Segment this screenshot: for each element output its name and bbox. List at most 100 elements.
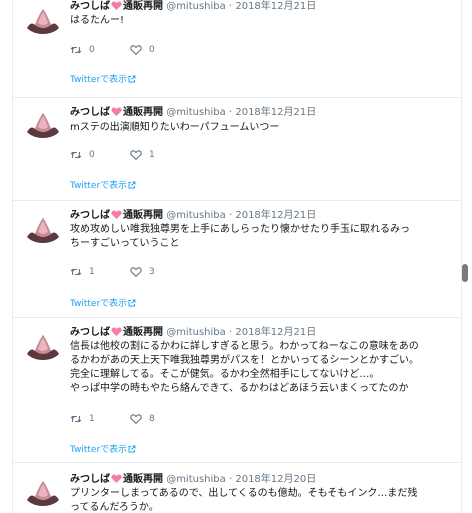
like-count: 0	[149, 45, 155, 55]
handle[interactable]: @mitushiba	[166, 474, 226, 485]
tweet-text-line: るかわがあの天上天下唯我独尊男がパスを！とかいってるシーンとかすごい。	[70, 355, 419, 366]
tweet-date[interactable]: 2018年12月21日	[235, 210, 316, 221]
retweet-icon	[70, 46, 82, 54]
tweet-text-line: ちーすごいっていうこと	[70, 238, 180, 249]
tweet-item[interactable]: みつしば 通販再開 @mitushiba · 2018年12月21日 信長は他校の…	[13, 318, 461, 463]
retweet-count: 1	[89, 267, 95, 277]
external-link-icon	[128, 181, 136, 189]
display-name[interactable]: みつしば	[70, 327, 110, 338]
embedded-timeline: みつしば 通販再開 @mitushiba · 2018年12月21日 はるたんー!…	[0, 0, 472, 513]
display-name[interactable]: みつしば	[70, 474, 110, 485]
tweet-header: みつしば 通販再開 @mitushiba · 2018年12月21日	[70, 209, 316, 222]
avatar[interactable]	[23, 327, 63, 367]
retweet-icon	[70, 415, 82, 423]
pink-heart-icon	[111, 107, 122, 116]
avatar-image	[23, 327, 63, 367]
shop-status: 通販再開	[123, 107, 163, 118]
separator: ·	[228, 327, 233, 338]
retweet-action[interactable]: 0	[70, 148, 95, 162]
tweet-text: mステの出演順知りたいわーパフュームいつー	[70, 121, 450, 135]
view-on-twitter-label: Twitterで表示	[70, 75, 128, 85]
tweet-text-line: 完全に理解してる。そこが健気。るかわ全然相手にしてないけど…。	[70, 369, 380, 380]
tweet-text: 信長は他校の割にるかわに詳しすぎると思う。わかってねーなこの意味をあの るかわが…	[70, 340, 450, 396]
retweet-count: 1	[89, 414, 95, 424]
shop-status: 通販再開	[123, 1, 163, 12]
retweet-action[interactable]: 1	[70, 265, 95, 279]
handle[interactable]: @mitushiba	[166, 327, 226, 338]
tweet-feed[interactable]: みつしば 通販再開 @mitushiba · 2018年12月21日 はるたんー!…	[12, 0, 462, 513]
like-action[interactable]: 8	[130, 412, 155, 426]
tweet-text-line: mステの出演順知りたいわーパフュームいつー	[70, 122, 280, 133]
view-on-twitter-link[interactable]: Twitterで表示	[70, 444, 136, 456]
pink-heart-icon	[111, 210, 122, 219]
heart-icon	[130, 267, 142, 277]
tweet-text: プリンターしまってあるので、出してくるのも億劫。そもそもインク…まだ残 ってるん…	[70, 487, 450, 513]
tweet-item[interactable]: みつしば 通販再開 @mitushiba · 2018年12月21日 mステの出演…	[13, 98, 461, 201]
tweet-date[interactable]: 2018年12月21日	[235, 107, 316, 118]
retweet-count: 0	[89, 150, 95, 160]
like-action[interactable]: 0	[130, 43, 155, 57]
display-name[interactable]: みつしば	[70, 210, 110, 221]
avatar-image	[23, 210, 63, 250]
view-on-twitter-label: Twitterで表示	[70, 445, 128, 455]
tweet-date[interactable]: 2018年12月21日	[235, 1, 316, 12]
avatar[interactable]	[23, 105, 63, 145]
retweet-action[interactable]: 1	[70, 412, 95, 426]
tweet-header: みつしば 通販再開 @mitushiba · 2018年12月21日	[70, 0, 316, 13]
display-name[interactable]: みつしば	[70, 107, 110, 118]
tweet-header: みつしば 通販再開 @mitushiba · 2018年12月20日	[70, 473, 316, 486]
separator: ·	[228, 210, 233, 221]
retweet-action[interactable]: 0	[70, 43, 95, 57]
view-on-twitter-link[interactable]: Twitterで表示	[70, 180, 136, 192]
display-name[interactable]: みつしば	[70, 1, 110, 12]
avatar[interactable]	[23, 1, 63, 41]
like-count: 3	[149, 267, 155, 277]
avatar-image	[23, 473, 63, 513]
tweet-item[interactable]: みつしば 通販再開 @mitushiba · 2018年12月20日 プリンターし…	[13, 463, 461, 513]
pink-heart-icon	[111, 327, 122, 336]
external-link-icon	[128, 445, 136, 453]
view-on-twitter-label: Twitterで表示	[70, 181, 128, 191]
tweet-date[interactable]: 2018年12月21日	[235, 327, 316, 338]
retweet-icon	[70, 268, 82, 276]
heart-icon	[130, 414, 142, 424]
tweet-text: はるたんー!	[70, 14, 450, 28]
handle[interactable]: @mitushiba	[166, 107, 226, 118]
tweet-item[interactable]: みつしば 通販再開 @mitushiba · 2018年12月21日 はるたんー!…	[13, 0, 461, 98]
view-on-twitter-link[interactable]: Twitterで表示	[70, 298, 136, 310]
tweet-header: みつしば 通販再開 @mitushiba · 2018年12月21日	[70, 106, 316, 119]
like-action[interactable]: 3	[130, 265, 155, 279]
like-count: 8	[149, 414, 155, 424]
handle[interactable]: @mitushiba	[166, 210, 226, 221]
tweet-header: みつしば 通販再開 @mitushiba · 2018年12月21日	[70, 326, 316, 339]
retweet-icon	[70, 151, 82, 159]
like-count: 1	[149, 150, 155, 160]
like-action[interactable]: 1	[130, 148, 155, 162]
scrollbar-thumb[interactable]	[462, 264, 468, 282]
tweet-text-line: 信長は他校の割にるかわに詳しすぎると思う。わかってねーなこの意味をあの	[70, 341, 419, 352]
avatar-image	[23, 1, 63, 41]
external-link-icon	[128, 299, 136, 307]
handle[interactable]: @mitushiba	[166, 1, 226, 12]
separator: ·	[228, 474, 233, 485]
separator: ·	[228, 107, 233, 118]
avatar[interactable]	[23, 210, 63, 250]
tweet-date[interactable]: 2018年12月20日	[235, 474, 316, 485]
tweet-item[interactable]: みつしば 通販再開 @mitushiba · 2018年12月21日 攻め攻めしい…	[13, 201, 461, 318]
shop-status: 通販再開	[123, 327, 163, 338]
retweet-count: 0	[89, 45, 95, 55]
avatar-image	[23, 105, 63, 145]
shop-status: 通販再開	[123, 210, 163, 221]
view-on-twitter-link[interactable]: Twitterで表示	[70, 74, 136, 86]
heart-icon	[130, 150, 142, 160]
shop-status: 通販再開	[123, 474, 163, 485]
tweet-text-line: やっぱ中学の時もやたら絡んできて、るかわはどあほう云いまくってたのか	[70, 383, 409, 394]
tweet-text: 攻め攻めしい唯我独尊男を上手にあしらったり懐かせたり手玉に取れるみっ ちーすごい…	[70, 223, 450, 251]
heart-icon	[130, 45, 142, 55]
tweet-text-line: はるたんー!	[70, 15, 125, 26]
tweet-text-line: 攻め攻めしい唯我独尊男を上手にあしらったり懐かせたり手玉に取れるみっ	[70, 224, 410, 235]
view-on-twitter-label: Twitterで表示	[70, 299, 128, 309]
avatar[interactable]	[23, 473, 63, 513]
separator: ·	[228, 1, 233, 12]
tweet-text-line: プリンターしまってあるので、出してくるのも億劫。そもそもインク…まだ残	[70, 488, 418, 499]
